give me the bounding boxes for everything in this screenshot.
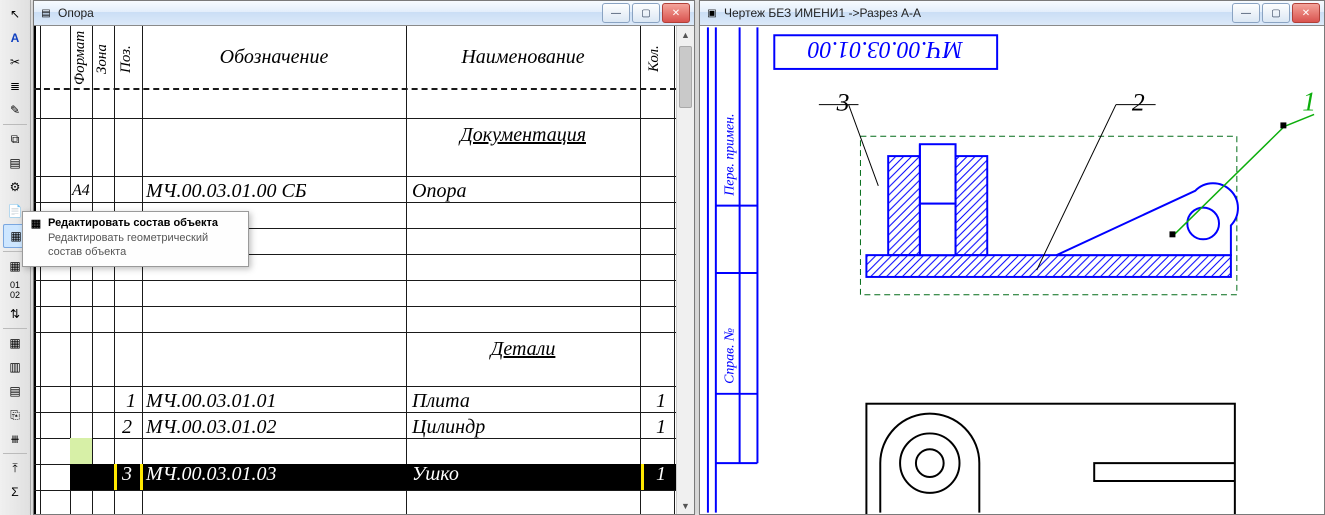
col-zone: Зона [94, 34, 111, 84]
minimize-button[interactable]: — [1232, 3, 1260, 23]
cell-detail-name: Ушко [412, 463, 459, 486]
layers-icon[interactable]: ≣ [3, 75, 27, 97]
col-pos: Поз. [118, 38, 135, 80]
designation-number: МЧ.00.03.01.00 [808, 36, 964, 62]
tooltip-icon: ▦ [29, 216, 43, 230]
drawing-title: Чертеж БЕЗ ИМЕНИ1 ->Разрез А-А [724, 6, 1230, 20]
spec-titlebar[interactable]: ▤ Опора — ▢ ✕ [34, 1, 694, 26]
edit-icon[interactable]: ✎ [3, 99, 27, 121]
callout-1: 1 [1302, 86, 1316, 117]
spec-table[interactable]: Формат Зона Поз. Обозначение Наименовани… [34, 26, 676, 514]
cell-pos: 3 [122, 463, 132, 486]
tooltip-body: Редактировать геометрический состав объе… [23, 232, 248, 260]
cell-pos: 1 [126, 390, 136, 413]
close-button[interactable]: ✕ [1292, 3, 1320, 23]
drawing-window: ▣ Чертеж БЕЗ ИМЕНИ1 ->Разрез А-А — ▢ ✕ [699, 0, 1325, 515]
side-label-primary: Перв. примен. [722, 114, 737, 197]
section-details: Детали [408, 338, 638, 361]
drawing-svg: МЧ.00.03.01.00 Перв. примен. Справ. № [700, 26, 1324, 514]
tooltip-edit-composition: ▦ Редактировать состав объекта Редактиро… [22, 211, 249, 267]
vertical-scrollbar[interactable]: ▲ ▼ [676, 26, 694, 514]
drawing-doc-icon: ▣ [704, 5, 720, 21]
page-icon[interactable]: ▤ [3, 152, 27, 174]
cell-detail-name: Цилиндр [412, 416, 485, 439]
cell-pos: 2 [122, 416, 132, 439]
close-button[interactable]: ✕ [662, 3, 690, 23]
selected-row[interactable]: 3 МЧ.00.03.01.03 Ушко 1 [70, 464, 676, 490]
cell-qty: 1 [656, 463, 666, 486]
tooltip-title: Редактировать состав объекта [48, 217, 218, 229]
cell-qty: 1 [656, 390, 666, 413]
sheet-icon[interactable]: ▥ [3, 356, 27, 378]
callout-2: 2 [1132, 88, 1145, 117]
drawing-titlebar[interactable]: ▣ Чертеж БЕЗ ИМЕНИ1 ->Разрез А-А — ▢ ✕ [700, 1, 1324, 26]
cell-detail-name: Плита [412, 390, 470, 413]
col-qty: Кол. [646, 38, 663, 80]
side-label-ref: Справ. № [722, 328, 737, 384]
copy-icon[interactable]: ⧉ [3, 128, 27, 150]
tree-icon[interactable]: ⤒ [3, 457, 27, 479]
spec-title: Опора [58, 6, 600, 20]
col-designation: Обозначение [144, 46, 404, 69]
doc-icon: ▤ [38, 5, 54, 21]
col-name: Наименование [408, 46, 638, 69]
cell-product-name: Опора [412, 180, 466, 203]
cell-qty: 1 [656, 416, 666, 439]
bind-icon[interactable]: ⧻ [3, 428, 27, 450]
text-icon[interactable]: A [3, 27, 27, 49]
section-documentation: Документация [408, 124, 638, 147]
maximize-button[interactable]: ▢ [1262, 3, 1290, 23]
maximize-button[interactable]: ▢ [632, 3, 660, 23]
scissors-icon[interactable]: ✂ [3, 51, 27, 73]
cell-designation: МЧ.00.03.01.00 СБ [146, 180, 307, 203]
callout-3: 3 [836, 88, 850, 117]
sort-icon[interactable]: ⇅ [3, 303, 27, 325]
cell-designation: МЧ.00.03.01.02 [146, 416, 276, 439]
number-icon[interactable]: 0102 [3, 279, 27, 301]
table-icon[interactable]: ▦ [3, 332, 27, 354]
cursor-icon[interactable]: ↖ [3, 3, 27, 25]
config-icon[interactable]: ⚙ [3, 176, 27, 198]
cell-designation: МЧ.00.03.01.01 [146, 390, 276, 413]
cell-designation: МЧ.00.03.01.03 [146, 463, 276, 486]
drawing-canvas[interactable]: МЧ.00.03.01.00 Перв. примен. Справ. № [700, 26, 1324, 514]
sum-icon[interactable]: Σ [3, 481, 27, 503]
link-icon[interactable]: ⎘ [3, 404, 27, 426]
bom-icon[interactable]: ▤ [3, 380, 27, 402]
col-format: Формат [72, 30, 89, 85]
minimize-button[interactable]: — [602, 3, 630, 23]
cell-format: А4 [72, 182, 90, 200]
